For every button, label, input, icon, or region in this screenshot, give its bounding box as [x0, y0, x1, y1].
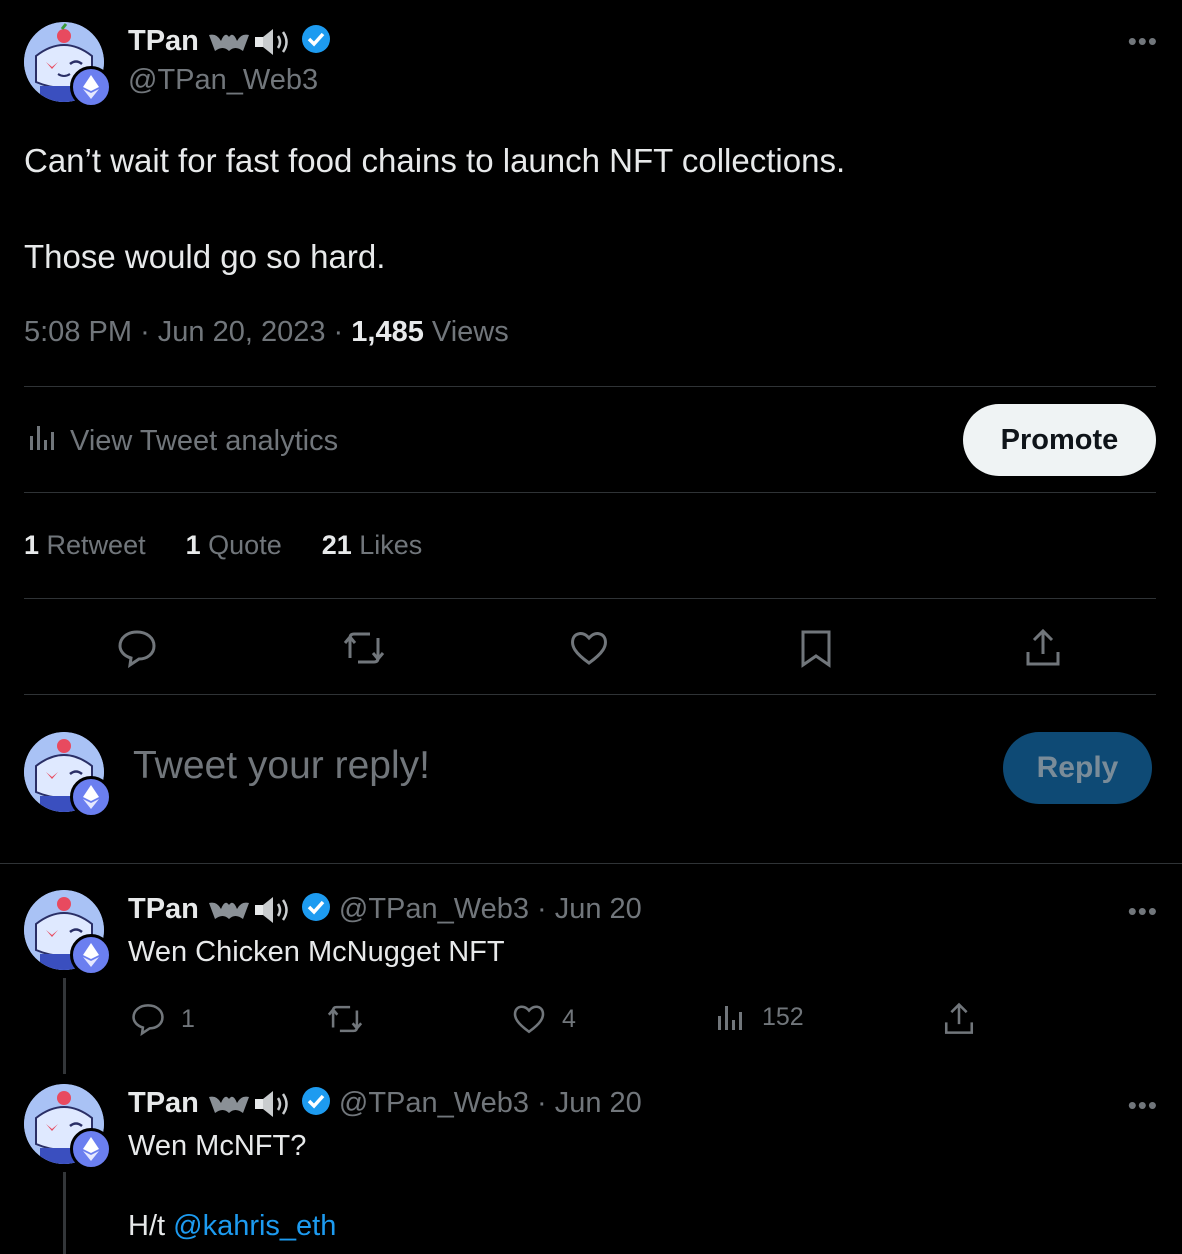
engagement-stats: 1 Retweet 1 Quote 21 Likes: [24, 530, 422, 561]
author-name[interactable]: TPan: [128, 25, 199, 58]
reply-reply-action[interactable]: 1: [131, 1002, 195, 1036]
retweets-stat[interactable]: 1 Retweet: [24, 530, 146, 561]
quotes-stat[interactable]: 1 Quote: [186, 530, 282, 561]
divider: [24, 492, 1156, 493]
reply-date[interactable]: Jun 20: [555, 1087, 642, 1120]
analytics-icon: [718, 1006, 742, 1030]
reply-author-handle[interactable]: @TPan_Web3: [339, 1087, 529, 1120]
verified-badge-icon: [301, 24, 331, 59]
share-icon[interactable]: [1023, 628, 1063, 668]
ethereum-icon: [70, 66, 112, 108]
like-count: 4: [562, 1004, 576, 1033]
share-icon: [944, 1002, 974, 1034]
bat-speaker-emoji-icon: [207, 27, 293, 57]
author-avatar[interactable]: [24, 22, 112, 108]
reply-header: TPan @TPan_Web3 · Jun 20: [128, 1086, 642, 1121]
reply-author-name[interactable]: TPan: [128, 1087, 199, 1120]
reply-text-line1: Wen McNFT?: [128, 1130, 307, 1162]
reply-views-action[interactable]: 152: [716, 1002, 804, 1032]
divider: [24, 598, 1156, 599]
bookmark-icon[interactable]: [798, 628, 834, 668]
reply-author-handle[interactable]: @TPan_Web3: [339, 893, 529, 926]
views-count: 1,485: [351, 316, 424, 348]
reply-text-line2: H/t @kahris_eth: [128, 1210, 337, 1242]
tweet-text-line1: Can’t wait for fast food chains to launc…: [24, 142, 846, 179]
ethereum-icon: [70, 934, 112, 976]
reply-share-action[interactable]: [942, 1002, 976, 1036]
like-heart-icon[interactable]: [569, 628, 609, 668]
view-analytics-link[interactable]: View Tweet analytics: [28, 422, 338, 460]
views-label: Views: [431, 316, 509, 348]
composer-avatar[interactable]: [24, 732, 112, 818]
ethereum-icon: [70, 776, 112, 818]
tweet-text-line2: Those would go so hard.: [24, 238, 386, 275]
analytics-label: View Tweet analytics: [70, 424, 339, 457]
divider: [24, 694, 1156, 695]
reply-avatar[interactable]: [24, 890, 112, 976]
reply-count: 1: [181, 1004, 195, 1033]
more-options-icon[interactable]: •••: [1128, 1090, 1158, 1121]
verified-badge-icon: [301, 1086, 331, 1121]
reply-icon[interactable]: [117, 628, 157, 668]
verified-badge-icon: [301, 892, 331, 927]
retweet-icon[interactable]: [342, 628, 386, 668]
reply-input[interactable]: Tweet your reply!: [133, 744, 430, 788]
tweet-meta: 5:08 PM · Jun 20, 2023 · 1,485 Views: [24, 316, 509, 348]
author-name-row: TPan: [128, 24, 331, 59]
divider: [24, 386, 1156, 387]
likes-stat[interactable]: 21 Likes: [322, 530, 423, 561]
ethereum-icon: [70, 1128, 112, 1170]
mention-link[interactable]: @kahris_eth: [173, 1210, 336, 1242]
reply-header: TPan @TPan_Web3 · Jun 20: [128, 892, 642, 927]
tweet-time[interactable]: 5:08 PM: [24, 316, 132, 348]
author-handle[interactable]: @TPan_Web3: [128, 64, 318, 97]
reply-avatar[interactable]: [24, 1084, 112, 1170]
thread-line: [63, 1172, 66, 1254]
like-heart-icon: [513, 1005, 545, 1034]
promote-button[interactable]: Promote: [963, 404, 1156, 476]
reply-text: Wen Chicken McNugget NFT: [128, 936, 505, 968]
reply-retweet-action[interactable]: [326, 1002, 364, 1036]
view-count: 152: [762, 1002, 804, 1031]
reply-author-name[interactable]: TPan: [128, 893, 199, 926]
analytics-icon: [28, 422, 58, 460]
reply-like-action[interactable]: 4: [512, 1002, 576, 1036]
section-divider: [0, 863, 1182, 864]
tweet-date[interactable]: Jun 20, 2023: [158, 316, 326, 348]
more-options-icon[interactable]: •••: [1128, 26, 1158, 57]
more-options-icon[interactable]: •••: [1128, 896, 1158, 927]
bat-speaker-emoji-icon: [207, 895, 293, 925]
retweet-icon: [327, 1005, 363, 1033]
bat-speaker-emoji-icon: [207, 1089, 293, 1119]
reply-button[interactable]: Reply: [1003, 732, 1152, 804]
reply-icon: [132, 1004, 164, 1036]
reply-date[interactable]: Jun 20: [555, 893, 642, 926]
thread-line: [63, 978, 66, 1074]
